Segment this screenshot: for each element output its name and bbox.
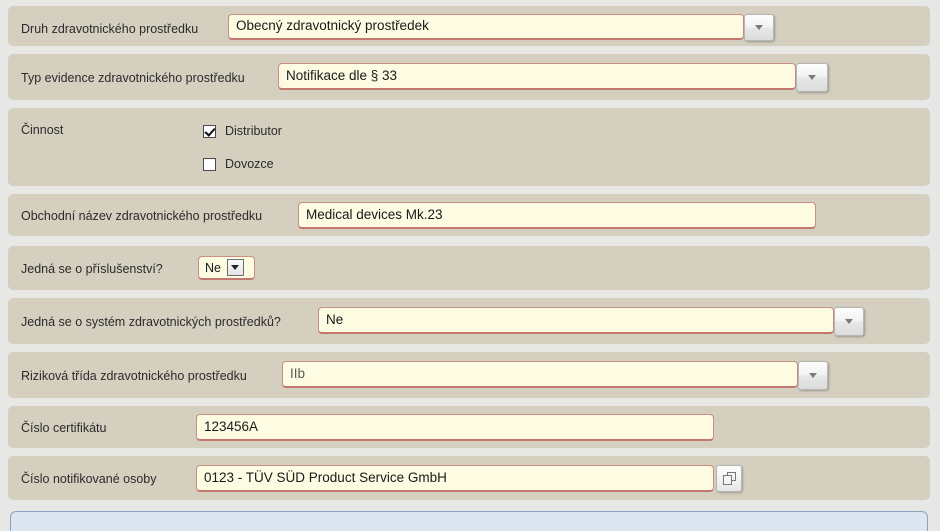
label-is-accessory: Jedná se o příslušenství?	[21, 262, 163, 276]
form-row-risk-class: Riziková třída zdravotnického prostředku…	[8, 352, 930, 398]
is-accessory-select[interactable]: Ne	[198, 256, 255, 280]
device-kind-combobox[interactable]: Obecný zdravotnický prostředek	[228, 14, 744, 40]
label-activity: Činnost	[21, 123, 64, 137]
certificate-number-input[interactable]: 123456A	[196, 414, 714, 441]
form-row-is-system: Jedná se o systém zdravotnických prostře…	[8, 298, 930, 344]
chevron-down-icon	[808, 75, 816, 80]
form-row-trade-name: Obchodní název zdravotnického prostředku…	[8, 194, 930, 236]
checkbox-distributor-label: Distributor	[225, 124, 282, 138]
label-device-kind: Druh zdravotnického prostředku	[21, 22, 199, 36]
form-row-notified-body-number: Číslo notifikované osoby 0123 - TÜV SÜD …	[8, 456, 930, 500]
registration-type-dropdown-button[interactable]	[796, 63, 828, 92]
risk-class-combobox[interactable]: IIb	[282, 361, 798, 388]
label-certificate-number: Číslo certifikátu	[21, 421, 107, 435]
label-trade-name: Obchodní název zdravotnického prostředku	[21, 209, 263, 223]
is-system-dropdown-button[interactable]	[834, 307, 864, 336]
form-row-device-kind: Druh zdravotnického prostředku Obecný zd…	[8, 6, 930, 46]
form-row-certificate-number: Číslo certifikátu 123456A	[8, 406, 930, 448]
notified-body-number-input[interactable]: 0123 - TÜV SÜD Product Service GmbH	[196, 465, 714, 492]
form-row-registration-type: Typ evidence zdravotnického prostředku N…	[8, 54, 930, 100]
chevron-down-icon	[845, 319, 853, 324]
label-notified-body-number: Číslo notifikované osoby	[21, 472, 157, 486]
notified-body-lookup-button[interactable]	[716, 465, 742, 492]
chevron-down-icon	[231, 265, 240, 270]
is-accessory-dropdown-button[interactable]	[226, 259, 244, 276]
risk-class-dropdown-button[interactable]	[798, 361, 828, 390]
label-risk-class: Riziková třída zdravotnického prostředku	[21, 369, 247, 383]
checkbox-dovozce[interactable]: Dovozce	[203, 157, 274, 171]
chevron-down-icon	[809, 373, 817, 378]
checkbox-dovozce-box[interactable]	[203, 157, 216, 171]
trade-name-input[interactable]: Medical devices Mk.23	[298, 202, 816, 229]
registration-type-combobox[interactable]: Notifikace dle § 33	[278, 63, 796, 90]
chevron-down-icon	[755, 25, 763, 30]
checkbox-distributor-box[interactable]	[203, 124, 216, 138]
form-row-is-accessory: Jedná se o příslušenství? Ne	[8, 246, 930, 290]
open-window-icon	[722, 472, 736, 485]
bottom-info-panel	[10, 511, 928, 531]
device-registration-form: Druh zdravotnického prostředku Obecný zd…	[0, 0, 940, 531]
label-registration-type: Typ evidence zdravotnického prostředku	[21, 71, 245, 85]
device-kind-dropdown-button[interactable]	[744, 14, 774, 41]
form-row-activity: Činnost Distributor Dovozce	[8, 108, 930, 186]
label-is-system: Jedná se o systém zdravotnických prostře…	[21, 315, 281, 329]
is-system-combobox[interactable]: Ne	[318, 307, 834, 334]
checkbox-dovozce-label: Dovozce	[225, 157, 274, 171]
is-accessory-value: Ne	[205, 260, 221, 275]
checkbox-distributor[interactable]: Distributor	[203, 124, 282, 138]
